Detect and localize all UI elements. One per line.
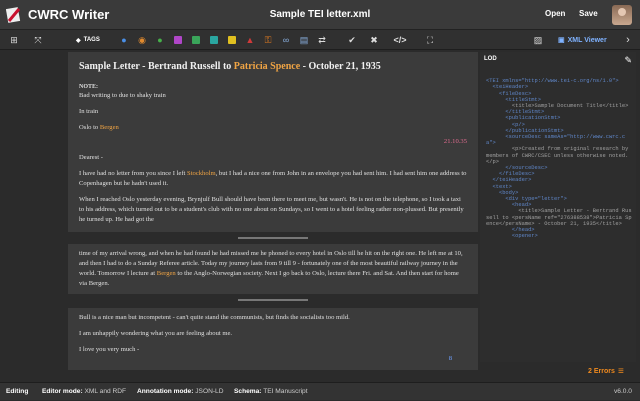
- paragraph: time of my arrival wrong, and when he ha…: [79, 250, 463, 287]
- relations-icon[interactable]: ⤧: [32, 34, 44, 46]
- xml-viewer-tab[interactable]: ▣ XML Viewer: [558, 34, 607, 46]
- paragraph: I love you very much -: [79, 346, 140, 353]
- keyword-icon[interactable]: ⚿: [262, 34, 274, 46]
- status-bar: Editing Editor mode: XML and RDF Annotat…: [0, 382, 640, 400]
- xml-line: <publicationStmt>: [505, 115, 561, 122]
- xml-line: <p>Created from original research by mem…: [486, 146, 632, 165]
- letter-date[interactable]: 21.10.35: [79, 137, 467, 147]
- xml-line: </fileDesc>: [498, 171, 535, 178]
- person-link[interactable]: Patricia Spence: [234, 61, 300, 72]
- tags-label: TAGS: [83, 37, 100, 43]
- editor-page: Bull is a nice man but incompetent - can…: [68, 308, 478, 370]
- xml-viewer-label: XML Viewer: [567, 36, 607, 44]
- lod-header: LOD: [484, 56, 497, 62]
- note-text: Bad writing to due to shaky train: [79, 92, 166, 99]
- xml-line: <head>: [511, 202, 532, 209]
- tag-check-icon[interactable]: ✔: [346, 34, 358, 46]
- chevron-right-icon[interactable]: ›: [622, 34, 634, 46]
- xml-line: <title>Sample Letter - Bertrand Russell …: [486, 208, 632, 227]
- app-title: CWRC Writer: [28, 7, 110, 22]
- replace-icon[interactable]: ⇄: [316, 34, 328, 46]
- place-link[interactable]: Bergen: [157, 270, 176, 277]
- salutation: Dearest -: [79, 154, 103, 161]
- paragraph: Bull is a nice man but incompetent - can…: [79, 314, 350, 321]
- paragraph: When I reached Oslo yesterday evening, B…: [79, 196, 464, 223]
- place-line: Oslo to Bergen: [79, 124, 119, 131]
- structure-tree-icon[interactable]: ⊞: [8, 34, 20, 46]
- note-icon[interactable]: [226, 34, 238, 46]
- schema: Schema: TEI Manuscript: [234, 388, 308, 395]
- validation-errors-icon[interactable]: ≡: [618, 366, 624, 377]
- remove-tag-icon[interactable]: ✖: [368, 34, 380, 46]
- editor-page: Sample Letter - Bertrand Russell to Patr…: [68, 52, 478, 232]
- document-title: Sample TEI letter.xml: [269, 9, 371, 20]
- xml-line: <opener>: [511, 233, 538, 240]
- xml-line: <div type="letter">: [505, 196, 567, 203]
- tag-icon: ◆: [76, 37, 81, 44]
- xml-line: <fileDesc>: [498, 90, 532, 97]
- xml-line: <p/>: [511, 121, 525, 128]
- save-button[interactable]: Save: [579, 9, 598, 18]
- paragraph: In train: [79, 108, 99, 115]
- xml-viewer-panel: LOD ✎ <TEI xmlns="http://www.tei-c.org/n…: [480, 52, 636, 362]
- xml-line: <TEI xmlns="http://www.tei-c.org/ns/1.0"…: [486, 78, 619, 85]
- correction-icon[interactable]: ▲: [244, 34, 256, 46]
- xml-line: <title>Sample Document Title</title>: [511, 103, 629, 110]
- errors-count[interactable]: 2 Errors: [588, 368, 615, 375]
- xml-line: </teiHeader>: [492, 177, 532, 184]
- xml-line: <sourceDesc sameAs="http://www.cwrc.ca">: [486, 134, 626, 147]
- document-editor[interactable]: Sample Letter - Bertrand Russell to Patr…: [68, 52, 478, 370]
- translation-icon[interactable]: ▤: [298, 34, 310, 46]
- user-avatar[interactable]: [612, 5, 632, 25]
- main-toolbar: ⊞ ⤧ ◆ TAGS ● ◉ ● ▲ ⚿ ∞ ▤ ⇄ ✔ ✖ </> ⛶ ▨ ▣ X…: [0, 30, 640, 50]
- edit-icon[interactable]: ✎: [624, 55, 632, 66]
- tags-button[interactable]: ◆ TAGS: [76, 34, 100, 46]
- place-icon[interactable]: ◉: [136, 34, 148, 46]
- xml-line: </head>: [511, 227, 535, 234]
- code-icon: ▣: [558, 37, 565, 44]
- xml-line: <titleStmt>: [505, 96, 542, 103]
- xml-line: </publicationStmt>: [505, 127, 564, 134]
- paragraph: I have had no letter from you since I le…: [79, 170, 467, 187]
- link-icon[interactable]: ∞: [280, 34, 292, 46]
- code-view-icon[interactable]: </>: [394, 34, 407, 46]
- editor-mode: Editor mode: XML and RDF: [42, 388, 127, 395]
- cwrc-logo-icon: [6, 7, 21, 23]
- organization-icon[interactable]: ●: [154, 34, 166, 46]
- place-link[interactable]: Bergen: [100, 124, 119, 131]
- xml-line: </sourceDesc>: [505, 165, 548, 172]
- mode-label: Editing: [6, 388, 29, 395]
- place-link[interactable]: Stockholm: [187, 170, 216, 177]
- editor-page: time of my arrival wrong, and when he ha…: [68, 244, 478, 294]
- xml-source[interactable]: <TEI xmlns="http://www.tei-c.org/ns/1.0"…: [486, 72, 632, 344]
- xml-line: <body>: [498, 189, 519, 196]
- citation-icon[interactable]: [208, 34, 220, 46]
- version: v6.0.0: [614, 388, 632, 395]
- xml-line: <teiHeader>: [492, 84, 529, 91]
- date-icon[interactable]: [190, 34, 202, 46]
- fullscreen-icon[interactable]: ⛶: [424, 34, 436, 46]
- app-header: CWRC Writer Sample TEI letter.xml Open S…: [0, 0, 640, 30]
- person-icon[interactable]: ●: [118, 34, 130, 46]
- note-label: NOTE:: [79, 84, 99, 90]
- page-break: [238, 299, 308, 301]
- page-number: 8: [448, 355, 452, 362]
- annotation-mode: Annotation mode: JSON-LD: [137, 388, 224, 395]
- xml-line: <text>: [492, 183, 512, 190]
- paragraph: I am unhappily wondering what you are fe…: [79, 330, 233, 337]
- image-viewer-icon[interactable]: ▨: [532, 34, 544, 46]
- xml-line: </titleStmt>: [505, 109, 545, 116]
- title-icon[interactable]: [172, 34, 184, 46]
- page-break: [238, 237, 308, 239]
- document-heading: Sample Letter - Bertrand Russell to Patr…: [79, 61, 381, 72]
- open-button[interactable]: Open: [545, 9, 565, 18]
